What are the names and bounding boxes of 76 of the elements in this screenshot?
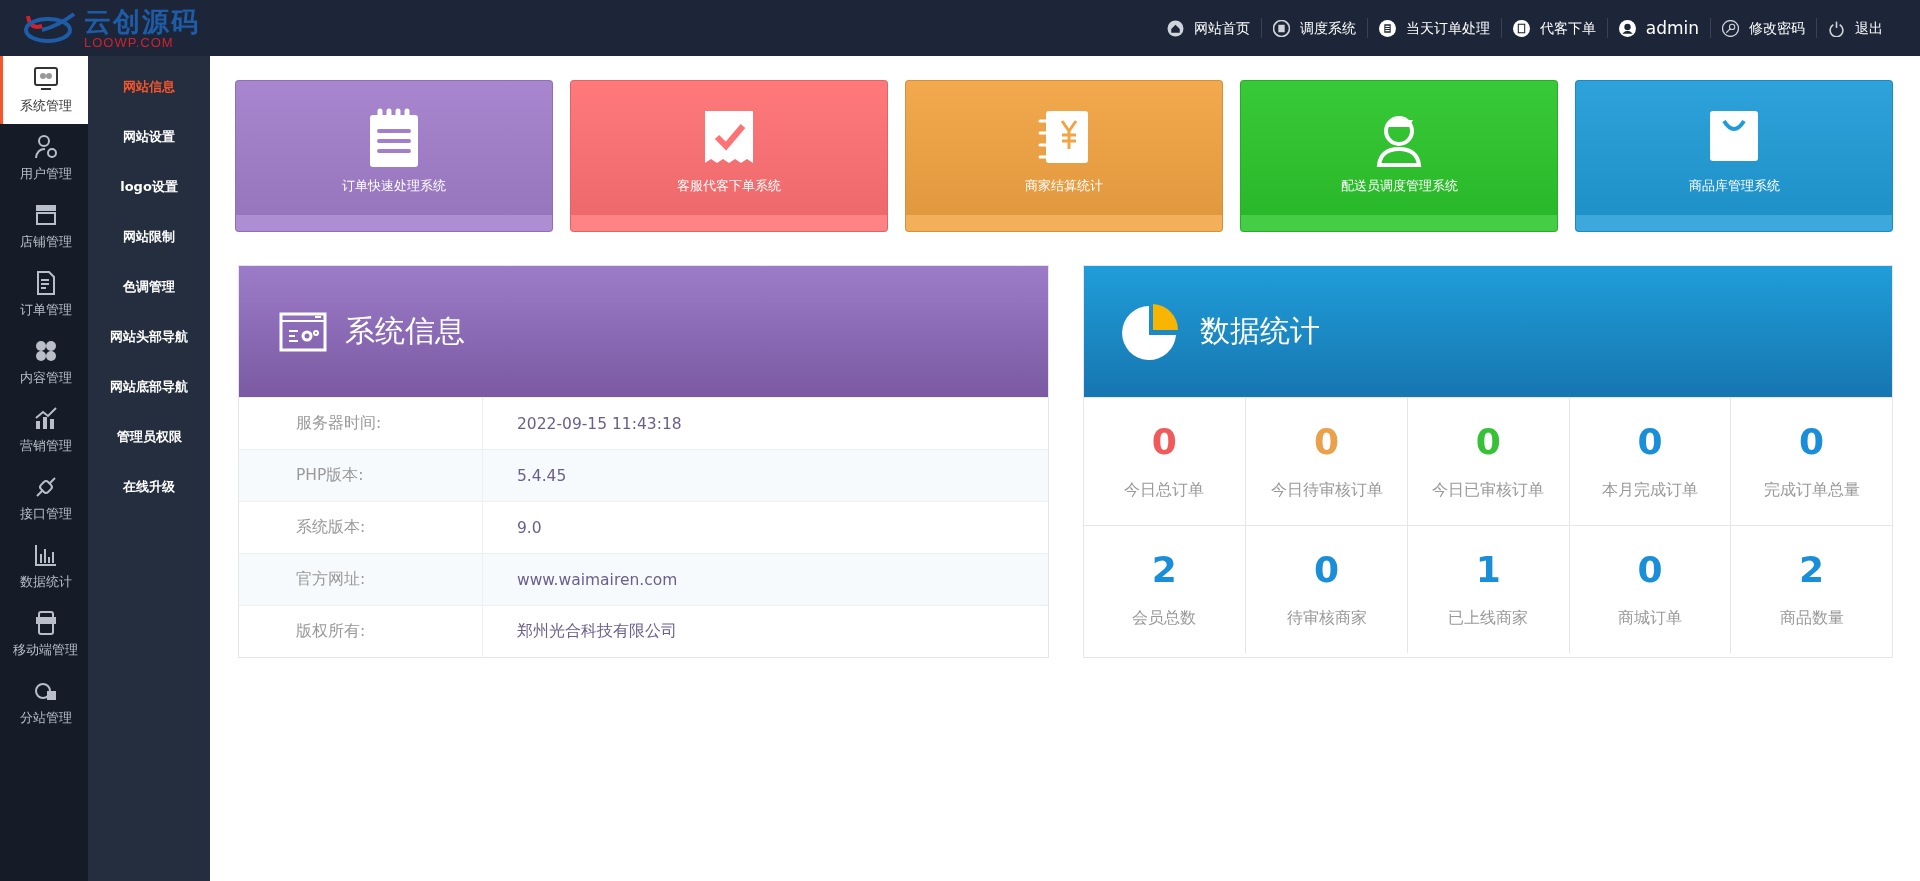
- sidebar-item[interactable]: 移动端管理: [0, 600, 88, 668]
- info-label: PHP版本:: [296, 465, 364, 486]
- stat-label: 完成订单总量: [1763, 480, 1860, 501]
- stat-value: 0: [1637, 422, 1663, 462]
- logo-icon: [22, 12, 78, 44]
- sidebar-item[interactable]: 系统管理: [0, 56, 88, 124]
- submenu-item[interactable]: 管理员权限: [88, 412, 210, 462]
- stat-value: 0: [1475, 422, 1501, 462]
- nav-link[interactable]: 代客下单: [1500, 18, 1607, 38]
- submenu-item[interactable]: 网站信息: [88, 62, 210, 112]
- info-value: www.waimairen.com: [516, 570, 678, 589]
- nav-link[interactable]: 修改密码: [1710, 18, 1816, 38]
- nav-icon: [1512, 19, 1530, 37]
- nav-link[interactable]: 当天订单处理: [1366, 18, 1501, 38]
- submenu-item[interactable]: 网站限制: [88, 212, 210, 262]
- panel-title: 系统信息: [345, 312, 465, 350]
- info-label: 服务器时间:: [296, 413, 382, 434]
- stat-label: 今日总订单: [1124, 480, 1205, 501]
- stat-label: 本月完成订单: [1601, 480, 1698, 501]
- submenu-item[interactable]: 在线升级: [88, 462, 210, 512]
- card-label: 配送员调度管理系统: [1340, 177, 1458, 195]
- nav-link[interactable]: 网站首页: [1155, 18, 1261, 38]
- card-label: 商家结算统计: [1025, 177, 1103, 195]
- stat-value: 0: [1637, 550, 1663, 590]
- stat-label: 商城订单: [1617, 608, 1682, 629]
- stat-label: 商品数量: [1779, 608, 1844, 629]
- sidebar-item[interactable]: 分站管理: [0, 668, 88, 736]
- card-label: 订单快速处理系统: [342, 177, 446, 195]
- sidebar-item[interactable]: 订单管理: [0, 260, 88, 328]
- info-value: 郑州光合科技有限公司: [516, 621, 677, 642]
- stat-label: 已上线商家: [1448, 608, 1529, 629]
- logo-subtitle: LOOWP.COM: [84, 35, 174, 49]
- nav-icon: [1828, 19, 1845, 37]
- submenu-item[interactable]: 网站底部导航: [88, 362, 210, 412]
- nav-icon: [1722, 19, 1739, 37]
- sidebar-item[interactable]: 内容管理: [0, 328, 88, 396]
- nav-icon: [1272, 19, 1290, 37]
- stat-label: 会员总数: [1132, 608, 1197, 629]
- nav-link[interactable]: 调度系统: [1260, 18, 1367, 38]
- sidebar-item[interactable]: 用户管理: [0, 124, 88, 192]
- submenu-item[interactable]: 网站设置: [88, 112, 210, 162]
- nav-icon: [1378, 19, 1396, 37]
- stat-value: 0: [1314, 550, 1340, 590]
- settings-window-icon: [279, 311, 327, 352]
- stat-value: 1: [1475, 550, 1501, 590]
- stat-value: 0: [1799, 422, 1825, 462]
- sidebar-item[interactable]: 数据统计: [0, 532, 88, 600]
- sidebar-item[interactable]: 接口管理: [0, 464, 88, 532]
- info-value: 9.0: [516, 518, 542, 537]
- panel-title: 数据统计: [1199, 312, 1320, 350]
- nav-icon: [1166, 19, 1184, 37]
- stat-value: 2: [1151, 550, 1177, 590]
- nav-link[interactable]: 退出: [1816, 18, 1894, 38]
- nav-icon: [1618, 19, 1636, 37]
- submenu-item[interactable]: 色调管理: [88, 262, 210, 312]
- card-label: 客服代客下单系统: [677, 177, 781, 195]
- submenu-item[interactable]: logo设置: [88, 162, 210, 212]
- info-label: 版权所有:: [296, 621, 366, 642]
- stat-label: 今日已审核订单: [1432, 480, 1545, 501]
- stat-label: 待审核商家: [1286, 608, 1367, 629]
- sidebar-item[interactable]: 店铺管理: [0, 192, 88, 260]
- logo-title: 云创源码: [84, 7, 200, 36]
- stat-label: 今日待审核订单: [1270, 480, 1383, 501]
- info-value: 5.4.45: [516, 466, 567, 485]
- stat-value: 0: [1314, 422, 1340, 462]
- sidebar-item[interactable]: 营销管理: [0, 396, 88, 464]
- info-value: 2022-09-15 11:43:18: [516, 414, 682, 433]
- menu-icon: [31, 65, 60, 93]
- info-label: 系统版本:: [296, 517, 366, 538]
- stat-value: 0: [1151, 422, 1177, 462]
- nav-link[interactable]: admin: [1606, 18, 1710, 38]
- stat-value: 2: [1799, 550, 1825, 590]
- card-label: 商品库管理系统: [1688, 177, 1780, 195]
- shortcut-card[interactable]: 订单快速处理系统: [235, 80, 553, 232]
- info-label: 官方网址:: [296, 569, 366, 590]
- submenu-item[interactable]: 网站头部导航: [88, 312, 210, 362]
